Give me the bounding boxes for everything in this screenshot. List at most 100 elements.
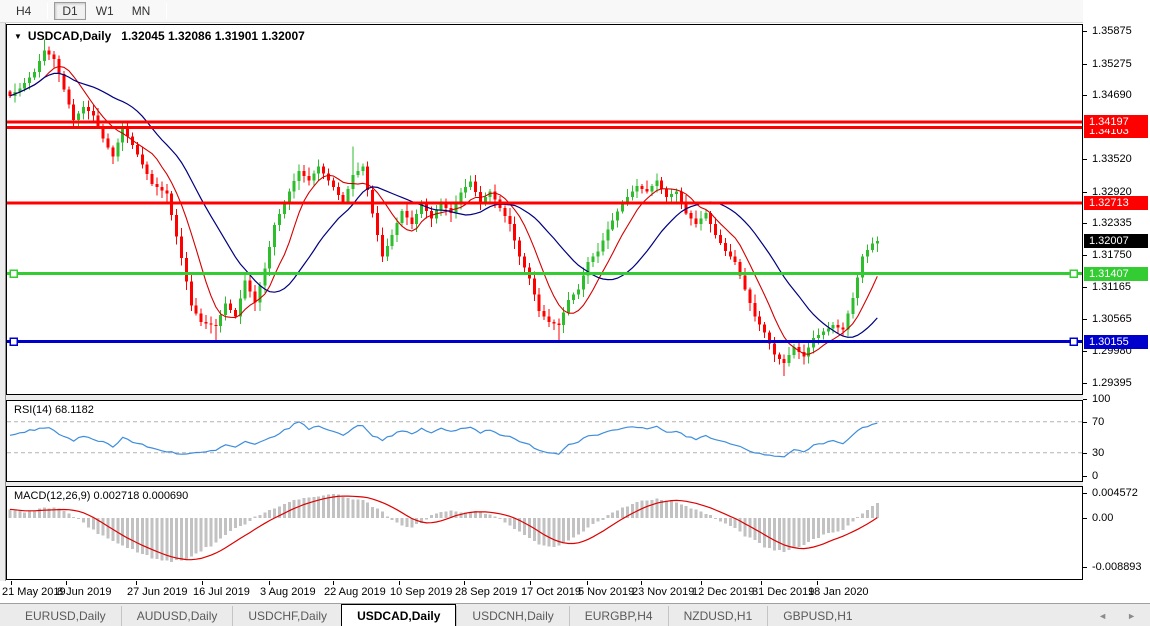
date-tick [66, 581, 67, 585]
date-axis-label: 10 Sep 2019 [390, 586, 452, 598]
tab-scroll-left-icon[interactable]: ◄ [1098, 611, 1107, 621]
timeframe-button-w1[interactable]: W1 [88, 2, 122, 20]
price-chart-pane[interactable]: ▼ USDCAD,Daily 1.32045 1.32086 1.31901 1.3… [6, 24, 1083, 395]
chart-title: ▼ USDCAD,Daily 1.32045 1.32086 1.31901 1.3… [14, 29, 305, 43]
rsi-tick [1083, 422, 1087, 423]
price-tick [1083, 383, 1087, 384]
date-axis-label: 16 Jul 2019 [193, 586, 250, 598]
tab-eurgbp-h4[interactable]: EURGBP,H4 [569, 606, 668, 626]
tab-usdcnh-daily[interactable]: USDCNH,Daily [456, 606, 568, 626]
price-axis-label: 1.34690 [1092, 89, 1132, 101]
date-axis-label: 23 Nov 2019 [632, 586, 694, 598]
price-axis-label: 1.31750 [1092, 249, 1132, 261]
chart-tabs-bar: EURUSD,DailyAUDUSD,DailyUSDCHF,DailyUSDC… [0, 603, 1150, 626]
date-tick [269, 581, 270, 585]
price-tick [1083, 223, 1087, 224]
toolbar-separator [47, 3, 48, 19]
tab-scroll-arrows: ◄ ► [1098, 611, 1136, 621]
tab-gbpusd-h1[interactable]: GBPUSD,H1 [767, 606, 867, 626]
date-tick [11, 581, 12, 585]
macd-axis-label: -0.008893 [1092, 561, 1142, 573]
price-axis-label: 1.31165 [1092, 281, 1131, 293]
macd-tick [1083, 518, 1087, 519]
price-axis-label: 1.32335 [1092, 217, 1132, 229]
price-tick [1083, 255, 1087, 256]
price-badge-1.31407: 1.31407 [1084, 267, 1148, 281]
tab-eurusd-daily[interactable]: EURUSD,Daily [10, 606, 121, 626]
candlestick-chart [7, 25, 1082, 394]
rsi-axis-label: 30 [1092, 447, 1104, 459]
mt4-chart-window: H4 D1 W1 MN ▼ USDCAD,Daily 1.32045 1.32086… [0, 0, 1150, 626]
date-tick [333, 581, 334, 585]
date-axis-label: 22 Aug 2019 [324, 586, 386, 598]
price-tick [1083, 31, 1087, 32]
date-axis-label: 18 Jan 2020 [808, 586, 869, 598]
date-axis-label: 8 Jun 2019 [57, 586, 111, 598]
date-tick [399, 581, 400, 585]
rsi-line [10, 422, 877, 457]
macd-axis-label: 0.004572 [1092, 487, 1138, 499]
tab-audusd-daily[interactable]: AUDUSD,Daily [121, 606, 233, 626]
chart-title-symbol: USDCAD,Daily [28, 29, 111, 43]
rsi-tick [1083, 399, 1087, 400]
rsi-tick [1083, 453, 1087, 454]
tab-scroll-right-icon[interactable]: ► [1127, 611, 1136, 621]
macd-signal-line [10, 496, 877, 560]
date-tick [701, 581, 702, 585]
price-badge-1.34197: 1.34197 [1084, 115, 1148, 129]
rsi-axis-label: 0 [1092, 470, 1098, 482]
date-axis-label: 12 Dec 2019 [692, 586, 754, 598]
tab-nzdusd-h1[interactable]: NZDUSD,H1 [668, 606, 768, 626]
macd-histogram [9, 494, 879, 562]
price-tick [1083, 95, 1087, 96]
toolbar-separator [166, 3, 167, 19]
date-tick [136, 581, 137, 585]
candlesticks [9, 39, 879, 376]
tab-usdcad-daily[interactable]: USDCAD,Daily [341, 604, 456, 626]
date-axis-label: 28 Sep 2019 [455, 586, 517, 598]
date-tick [817, 581, 818, 585]
price-tick [1083, 319, 1087, 320]
price-tick [1083, 351, 1087, 352]
date-axis-label: 17 Oct 2019 [521, 586, 581, 598]
price-axis-label: 1.35875 [1092, 25, 1132, 37]
price-axis-label: 1.35275 [1092, 58, 1132, 70]
price-tick [1083, 287, 1087, 288]
rsi-axis-label: 100 [1092, 393, 1110, 405]
date-tick [761, 581, 762, 585]
rsi-chart [7, 401, 1082, 481]
timeframe-button-h4[interactable]: H4 [8, 2, 39, 20]
price-axis[interactable]: 1.358751.352751.346901.335201.329201.323… [1083, 0, 1150, 603]
date-tick [202, 581, 203, 585]
timeframe-button-d1[interactable]: D1 [54, 2, 85, 20]
date-axis[interactable]: 21 May 20198 Jun 201927 Jun 201916 Jul 2… [0, 581, 1150, 603]
price-badge-1.30155: 1.30155 [1084, 335, 1148, 349]
price-axis-label: 1.33520 [1092, 153, 1132, 165]
date-axis-label: 31 Dec 2019 [752, 586, 814, 598]
rsi-label: RSI(14) 68.1182 [14, 404, 94, 416]
price-badge-1.32007: 1.32007 [1084, 234, 1148, 248]
macd-pane[interactable]: MACD(12,26,9) 0.002718 0.000690 [6, 486, 1083, 580]
date-tick [641, 581, 642, 585]
slow-ma-line [10, 73, 877, 337]
date-axis-label: 3 Aug 2019 [260, 586, 316, 598]
timeframe-toolbar: H4 D1 W1 MN [0, 0, 1150, 23]
rsi-axis-label: 70 [1092, 416, 1104, 428]
macd-label: MACD(12,26,9) 0.002718 0.000690 [14, 490, 188, 502]
chart-dropdown-icon[interactable]: ▼ [14, 32, 22, 41]
price-badge-1.32713: 1.32713 [1084, 196, 1148, 210]
timeframe-button-mn[interactable]: MN [124, 2, 159, 20]
date-tick [464, 581, 465, 585]
date-axis-label: 27 Jun 2019 [127, 586, 188, 598]
date-tick [587, 581, 588, 585]
tab-usdchf-daily[interactable]: USDCHF,Daily [232, 606, 342, 626]
chart-title-ohlc: 1.32045 1.32086 1.31901 1.32007 [121, 29, 305, 43]
price-axis-label: 1.29395 [1092, 377, 1132, 389]
price-tick [1083, 192, 1087, 193]
date-axis-label: 5 Nov 2019 [578, 586, 634, 598]
macd-axis-label: 0.00 [1092, 512, 1113, 524]
price-tick [1083, 64, 1087, 65]
rsi-tick [1083, 476, 1087, 477]
rsi-pane[interactable]: RSI(14) 68.1182 [6, 400, 1083, 482]
macd-tick [1083, 493, 1087, 494]
